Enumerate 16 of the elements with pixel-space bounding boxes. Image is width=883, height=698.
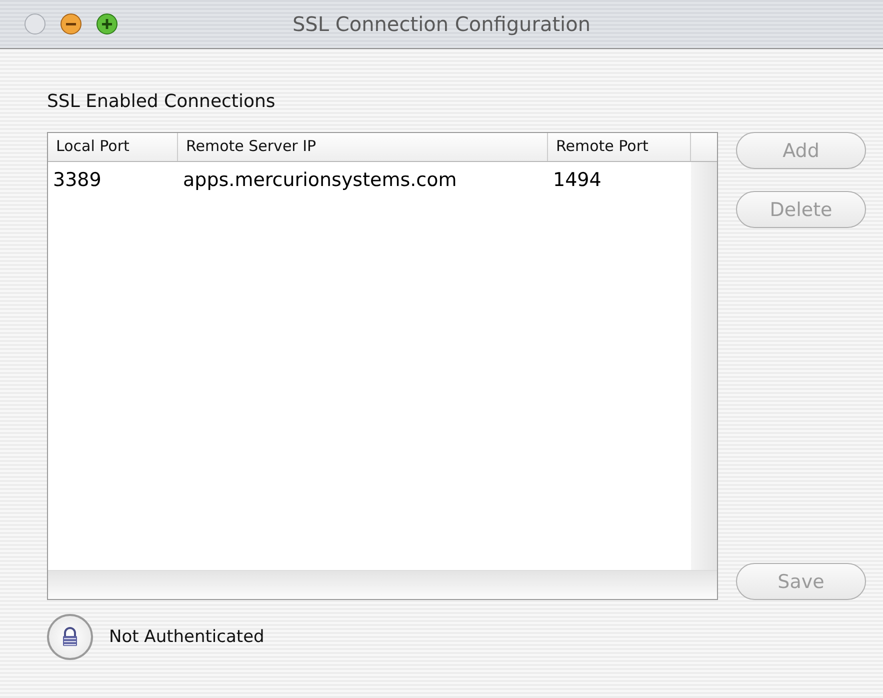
section-heading: SSL Enabled Connections [47,91,276,112]
lock-button[interactable] [47,614,93,660]
minimize-icon[interactable] [60,13,82,35]
column-header[interactable]: Local Port [48,133,178,161]
lock-icon [61,627,79,647]
scrollbar-track[interactable] [48,570,717,599]
column-header[interactable]: Remote Server IP [178,133,548,161]
table-row[interactable]: 3389 apps.mercurionsystems.com 1494 [48,162,691,198]
table-cell-text: apps.mercurionsystems.com [182,169,458,191]
scrollbar-track[interactable] [691,162,717,570]
column-header[interactable]: Remote Port [548,133,691,161]
table-cell-text: 3389 [52,169,102,191]
zoom-icon[interactable] [96,13,118,35]
table-cell-text: 1494 [552,169,602,191]
authentication-status: Not Authenticated [109,627,264,647]
window-title: SSL Connection Configuration [292,12,591,36]
